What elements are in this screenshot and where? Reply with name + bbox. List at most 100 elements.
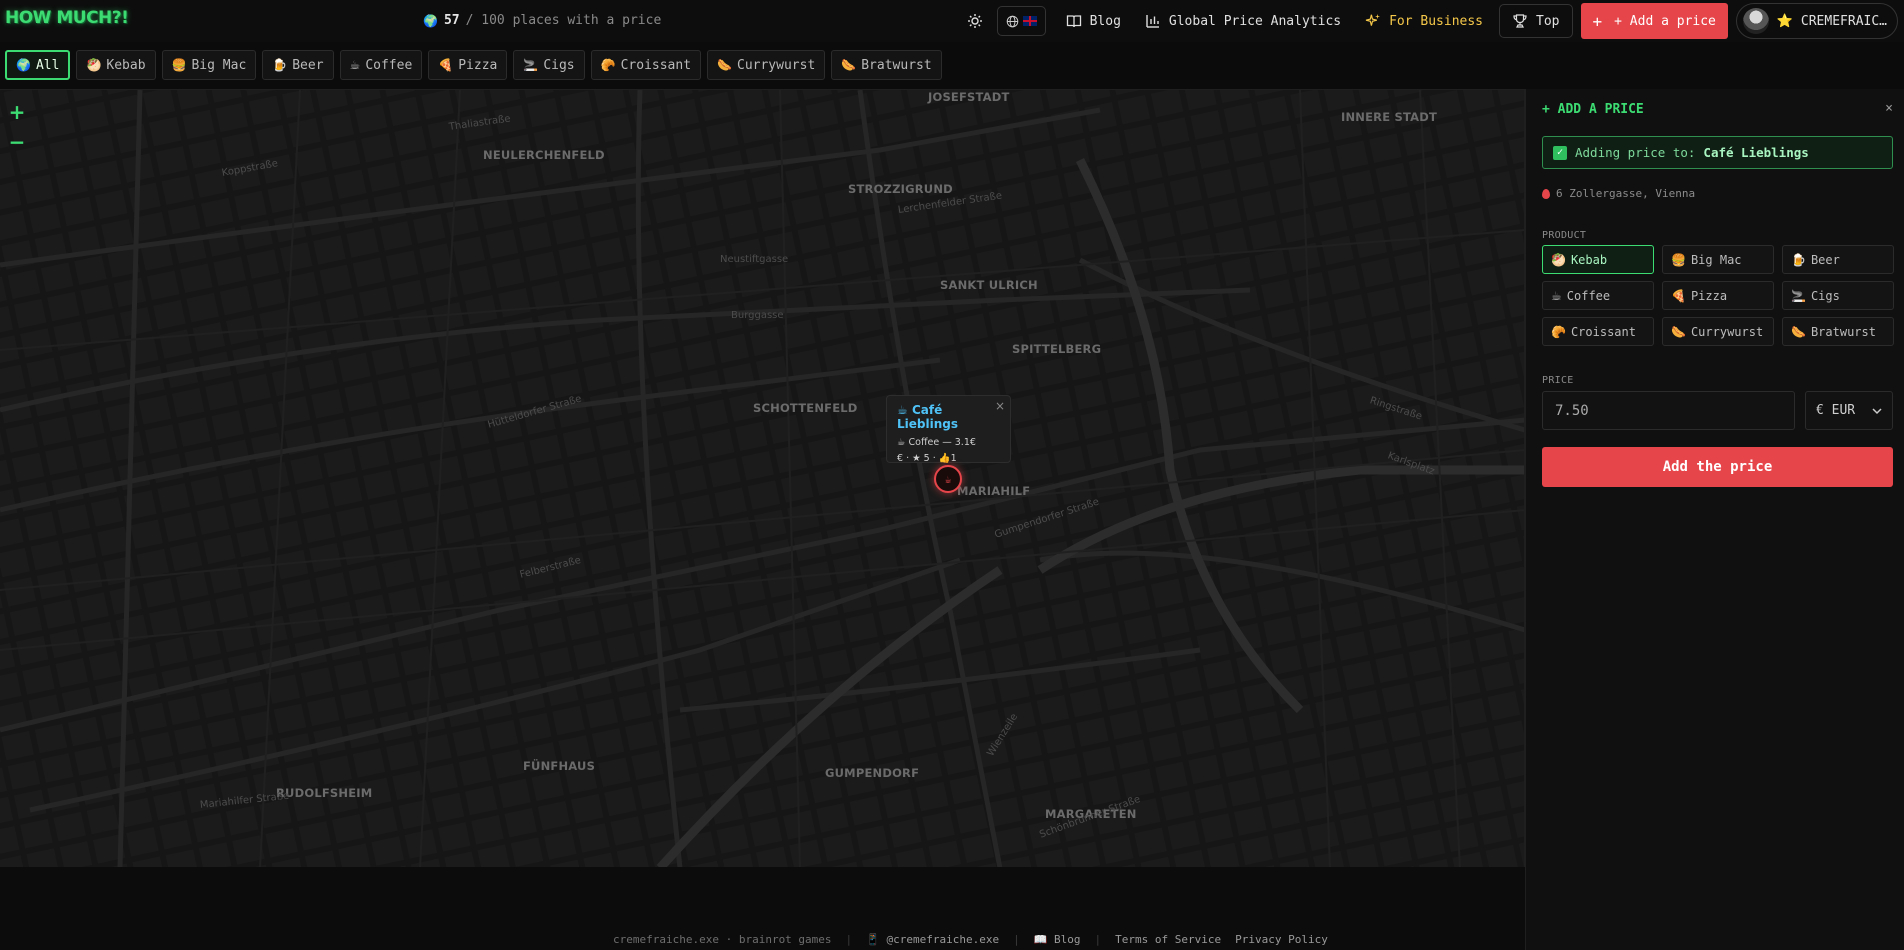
price-input[interactable]: 7.50 (1542, 391, 1795, 430)
popup-price-line: ☕ Coffee — 3.1€ (897, 437, 976, 448)
map-canvas[interactable]: + − JOSEFSTADT INNERE STADT NEULERCHENFE… (0, 89, 1525, 867)
trophy-icon (1513, 14, 1527, 28)
hotdog-emoji-icon: 🌭 (1791, 324, 1806, 339)
nav-top-button[interactable]: Top (1499, 4, 1573, 38)
filter-label: Croissant (620, 57, 692, 73)
footer-separator: | (1094, 933, 1102, 946)
kebab-emoji-icon: 🥙 (86, 58, 102, 72)
popup-rating-line: € · ★ 5 · 👍1 (897, 453, 957, 464)
street-label: Burggasse (731, 310, 784, 321)
place-address: 6 Zollergasse, Vienna (1542, 187, 1695, 200)
coffee-emoji-icon: ☕ (1551, 288, 1562, 303)
filter-chip-beer[interactable]: 🍺 Beer (262, 50, 334, 80)
coffee-emoji-icon: ☕ (897, 403, 908, 417)
adding-place-name: Café Lieblings (1703, 145, 1809, 160)
product-option-croissant[interactable]: 🥐 Croissant (1542, 317, 1654, 346)
filter-label: Bratwurst (861, 57, 932, 73)
filter-chip-cigs[interactable]: 🚬 Cigs (513, 50, 585, 80)
counter-text: / 100 places with a price (465, 13, 662, 28)
filter-label: Kebab (106, 57, 146, 73)
district-label: STROZZIGRUND (848, 182, 953, 196)
product-label: Pizza (1690, 288, 1728, 303)
main-nav: Blog Global Price Analytics For Business… (959, 3, 1904, 39)
pizza-emoji-icon: 🍕 (438, 58, 454, 72)
nav-blog-label: Blog (1089, 13, 1121, 29)
district-label: INNERE STADT (1341, 110, 1438, 124)
top-bar: HOW MUCH?! 🌍 57 / 100 places with a pric… (0, 0, 1904, 42)
product-option-bratwurst[interactable]: 🌭 Bratwurst (1782, 317, 1894, 346)
panel-title: + ADD A PRICE (1542, 102, 1644, 117)
user-name: ⭐ CREMEFRAIC… (1776, 13, 1887, 29)
zoom-out-button[interactable]: − (4, 129, 30, 155)
globe-emoji-icon: 🌍 (16, 58, 31, 72)
filter-chip-bratwurst[interactable]: 🌭 Bratwurst (831, 50, 942, 80)
filter-chip-kebab[interactable]: 🥙 Kebab (76, 50, 156, 80)
product-option-coffee[interactable]: ☕ Coffee (1542, 281, 1654, 310)
district-label: MARIAHILF (957, 484, 1031, 498)
coffee-marker-icon: ☕ (944, 472, 952, 486)
globe-icon (1006, 15, 1018, 27)
popup-title-link[interactable]: ☕ Café Lieblings (897, 403, 1000, 431)
product-option-big-mac[interactable]: 🍔 Big Mac (1662, 245, 1774, 274)
add-price-button[interactable]: + + Add a price (1580, 3, 1728, 39)
uk-flag-icon (1022, 16, 1037, 26)
language-selector[interactable] (996, 6, 1046, 36)
footer-tiktok-link[interactable]: 📱 @cremefraiche.exe (866, 933, 999, 946)
product-option-currywurst[interactable]: 🌭 Currywurst (1662, 317, 1774, 346)
product-label: Bratwurst (1810, 324, 1876, 339)
footer-separator: | (1013, 933, 1020, 946)
check-icon: ✓ (1553, 145, 1567, 160)
product-option-pizza[interactable]: 🍕 Pizza (1662, 281, 1774, 310)
footer-links: cremefraiche.exe · brainrot games | 📱 @c… (613, 933, 1328, 946)
filter-chip-croissant[interactable]: 🥐 Croissant (590, 50, 702, 80)
filter-label: Pizza (458, 57, 498, 73)
nav-analytics-label: Global Price Analytics (1168, 13, 1342, 29)
avatar (1742, 8, 1769, 34)
district-label: GUMPENDORF (825, 766, 920, 780)
footer-credit: cremefraiche.exe · brainrot games (613, 933, 832, 946)
product-label: Big Mac (1690, 252, 1742, 267)
zoom-controls: + − (4, 99, 30, 155)
nav-analytics-link[interactable]: Global Price Analytics (1133, 4, 1353, 38)
chevron-down-icon (1872, 407, 1882, 414)
nav-blog-link[interactable]: Blog (1054, 4, 1133, 38)
add-the-price-button[interactable]: Add the price (1542, 447, 1893, 487)
footer-blog-link[interactable]: 📖 Blog (1034, 933, 1081, 946)
product-label: Currywurst (1690, 324, 1764, 339)
footer-terms-link[interactable]: Terms of Service (1115, 933, 1221, 946)
filter-chip-big-mac[interactable]: 🍔 Big Mac (161, 50, 257, 80)
street-label: Neustiftgasse (720, 254, 789, 265)
hotdog-emoji-icon: 🌭 (841, 58, 857, 72)
panel-close-button[interactable]: × (1885, 101, 1893, 116)
product-option-kebab[interactable]: 🥙 Kebab (1542, 245, 1654, 274)
district-label: SANKT ULRICH (940, 278, 1038, 292)
nav-business-link[interactable]: For Business (1353, 4, 1495, 38)
user-menu-button[interactable]: ⭐ CREMEFRAIC… (1735, 3, 1898, 39)
zoom-in-button[interactable]: + (4, 99, 30, 125)
theme-toggle-button[interactable] (959, 4, 991, 38)
filter-label: Cigs (543, 57, 575, 73)
product-label: Kebab (1570, 252, 1608, 267)
product-section-label: PRODUCT (1542, 230, 1587, 241)
filter-chip-currywurst[interactable]: 🌭 Currywurst (707, 50, 826, 80)
filter-chip-all[interactable]: 🌍 All (5, 50, 71, 80)
product-option-beer[interactable]: 🍺 Beer (1782, 245, 1894, 274)
adding-label: Adding price to: (1575, 145, 1696, 160)
product-option-cigs[interactable]: 🚬 Cigs (1782, 281, 1894, 310)
currency-select[interactable]: € EUR (1805, 391, 1893, 430)
popup-close-button[interactable]: × (995, 399, 1005, 413)
coffee-emoji-icon: ☕ (349, 58, 361, 72)
app-logo[interactable]: HOW MUCH?! (5, 8, 129, 28)
product-label: Cigs (1810, 288, 1840, 303)
location-pin-icon (1542, 188, 1550, 199)
book-icon (1066, 15, 1081, 28)
globe-emoji-icon: 🌍 (423, 13, 438, 28)
map-streets-layer (0, 90, 1524, 867)
address-text: 6 Zollergasse, Vienna (1556, 187, 1696, 200)
cigarette-emoji-icon: 🚬 (1791, 288, 1806, 303)
filter-chip-coffee[interactable]: ☕ Coffee (339, 50, 423, 80)
footer-privacy-link[interactable]: Privacy Policy (1235, 933, 1328, 946)
cigarette-emoji-icon: 🚬 (523, 58, 539, 72)
filter-chip-pizza[interactable]: 🍕 Pizza (428, 50, 508, 80)
map-marker-pin[interactable]: ☕ (934, 465, 962, 493)
